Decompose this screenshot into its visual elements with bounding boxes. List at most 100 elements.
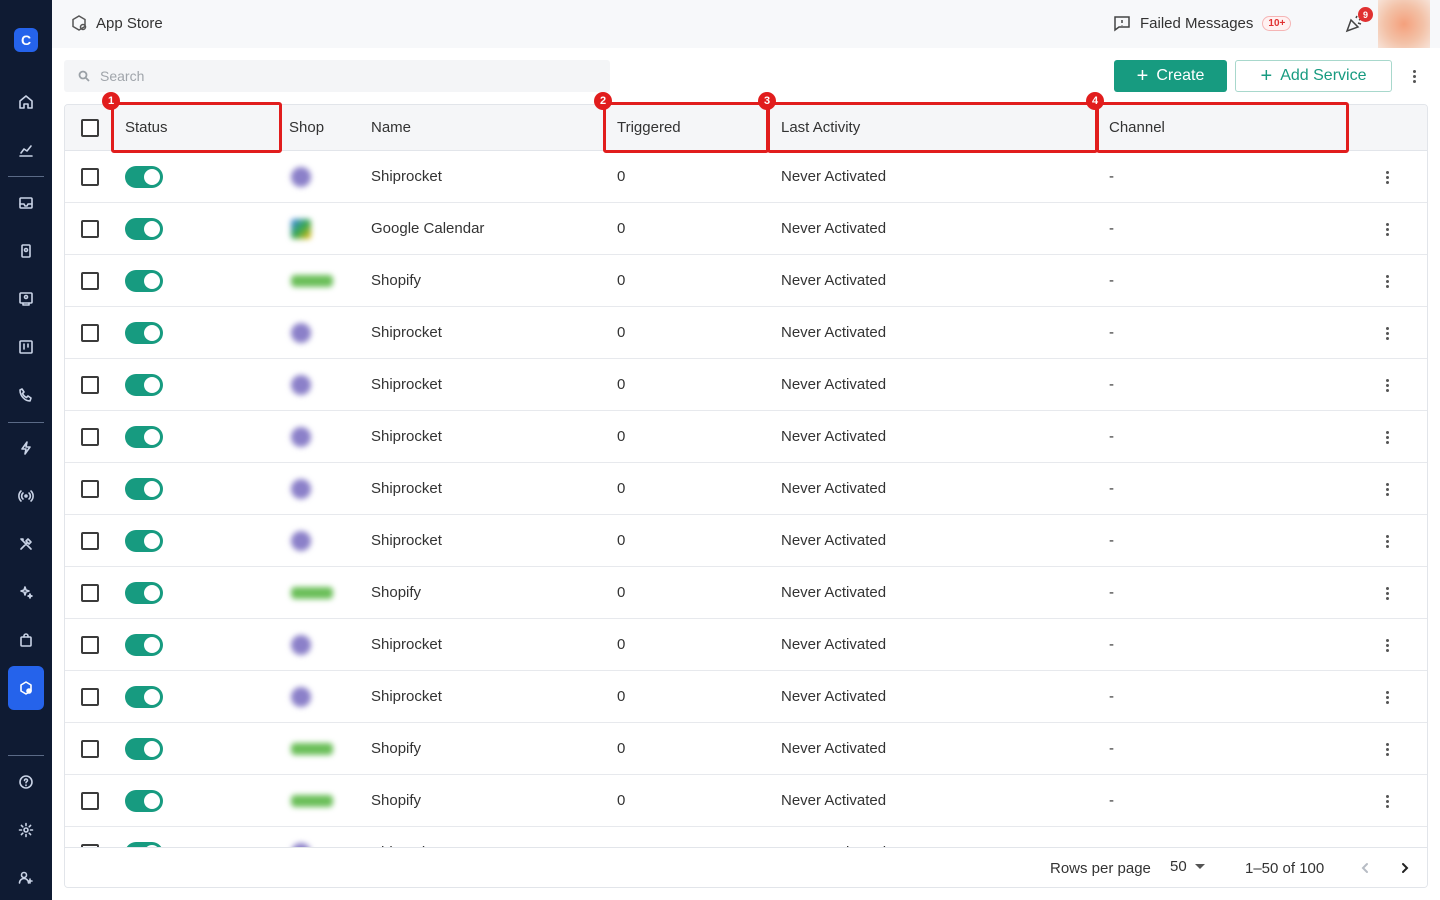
row-checkbox[interactable] bbox=[81, 740, 99, 758]
row-checkbox[interactable] bbox=[81, 272, 99, 290]
sidebar-item-contacts[interactable] bbox=[8, 233, 44, 269]
status-toggle[interactable] bbox=[125, 530, 163, 552]
row-actions-button[interactable] bbox=[1377, 373, 1397, 397]
row-checkbox[interactable] bbox=[81, 792, 99, 810]
row-checkbox[interactable] bbox=[81, 584, 99, 602]
status-toggle[interactable] bbox=[125, 374, 163, 396]
status-toggle[interactable] bbox=[125, 738, 163, 760]
table-row[interactable]: Shopify 0 Never Activated - bbox=[65, 723, 1427, 775]
google-calendar-icon bbox=[291, 219, 311, 239]
table-row[interactable]: Shiprocket0Never Activated- bbox=[65, 411, 1427, 463]
table-row[interactable]: Shiprocket0Never Activated- bbox=[65, 463, 1427, 515]
search-input[interactable] bbox=[100, 68, 580, 84]
table-row[interactable]: Shiprocket0Never Activated- bbox=[65, 151, 1427, 203]
sidebar-item-team[interactable] bbox=[8, 860, 44, 896]
row-actions-button[interactable] bbox=[1377, 789, 1397, 813]
sidebar-item-board[interactable] bbox=[8, 329, 44, 365]
column-status[interactable]: Status bbox=[125, 119, 168, 136]
row-actions-button[interactable] bbox=[1377, 529, 1397, 553]
status-toggle[interactable] bbox=[125, 426, 163, 448]
row-checkbox[interactable] bbox=[81, 220, 99, 238]
failed-messages-link[interactable]: Failed Messages 10+ bbox=[1113, 14, 1292, 32]
status-toggle[interactable] bbox=[125, 478, 163, 500]
table-row[interactable]: Shiprocket0Never Activated- bbox=[65, 671, 1427, 723]
table-row[interactable]: Shiprocket0Never Activated- bbox=[65, 515, 1427, 567]
sidebar-item-calls[interactable] bbox=[8, 377, 44, 413]
table-row[interactable]: Shopify 0 Never Activated - bbox=[65, 567, 1427, 619]
sidebar-item-app-store[interactable] bbox=[8, 666, 44, 710]
row-checkbox[interactable] bbox=[81, 324, 99, 342]
status-toggle[interactable] bbox=[125, 270, 163, 292]
brand-logo[interactable]: C bbox=[14, 28, 38, 52]
plus-icon: + bbox=[1260, 65, 1273, 87]
row-checkbox[interactable] bbox=[81, 168, 99, 186]
sidebar-item-ai[interactable] bbox=[8, 574, 44, 610]
analytics-icon bbox=[19, 145, 33, 157]
announcements-button[interactable]: 9 bbox=[1344, 7, 1373, 36]
row-checkbox[interactable] bbox=[81, 636, 99, 654]
row-actions-button[interactable] bbox=[1377, 633, 1397, 657]
kebab-icon bbox=[1385, 794, 1389, 808]
column-channel[interactable]: Channel bbox=[1109, 119, 1165, 136]
row-actions-button[interactable] bbox=[1377, 425, 1397, 449]
create-button[interactable]: + Create bbox=[1114, 60, 1227, 92]
rows-per-page-label: Rows per page bbox=[1050, 860, 1151, 877]
status-toggle[interactable] bbox=[125, 322, 163, 344]
channel: - bbox=[1109, 532, 1114, 549]
table-row[interactable]: Shopify 0 Never Activated - bbox=[65, 775, 1427, 827]
triggered-count: 0 bbox=[617, 480, 626, 497]
sidebar-item-help[interactable] bbox=[8, 764, 44, 800]
table-row[interactable]: Shiprocket0Never Activated- bbox=[65, 307, 1427, 359]
row-checkbox[interactable] bbox=[81, 532, 99, 550]
sidebar-item-home[interactable] bbox=[8, 84, 44, 120]
row-actions-button[interactable] bbox=[1377, 165, 1397, 189]
sidebar-item-inbox[interactable] bbox=[8, 185, 44, 221]
row-actions-button[interactable] bbox=[1377, 737, 1397, 761]
row-actions-button[interactable] bbox=[1377, 477, 1397, 501]
sidebar-item-broadcast[interactable] bbox=[8, 478, 44, 514]
table-row[interactable]: Shopify 0 Never Activated - bbox=[65, 255, 1427, 307]
row-actions-button[interactable] bbox=[1377, 269, 1397, 293]
row-actions-button[interactable] bbox=[1377, 217, 1397, 241]
sidebar-item-tools[interactable] bbox=[8, 526, 44, 562]
row-checkbox[interactable] bbox=[81, 688, 99, 706]
sidebar-item-commerce[interactable] bbox=[8, 622, 44, 658]
channel: - bbox=[1109, 636, 1114, 653]
status-toggle[interactable] bbox=[125, 686, 163, 708]
row-checkbox[interactable] bbox=[81, 428, 99, 446]
row-checkbox[interactable] bbox=[81, 480, 99, 498]
rows-per-page-select[interactable]: 50 bbox=[1170, 858, 1205, 875]
status-toggle[interactable] bbox=[125, 634, 163, 656]
service-name: Shiprocket bbox=[371, 376, 442, 393]
table-row[interactable]: Shiprocket0Never Activated- bbox=[65, 827, 1427, 847]
more-options-button[interactable] bbox=[1404, 64, 1424, 88]
status-toggle[interactable] bbox=[125, 790, 163, 812]
next-page-button[interactable] bbox=[1395, 858, 1415, 878]
sidebar-item-campaigns[interactable] bbox=[8, 281, 44, 317]
column-triggered[interactable]: Triggered bbox=[617, 119, 681, 136]
user-avatar[interactable] bbox=[1378, 0, 1430, 48]
service-name: Shiprocket bbox=[371, 636, 442, 653]
row-actions-button[interactable] bbox=[1377, 685, 1397, 709]
sidebar-item-settings[interactable] bbox=[8, 812, 44, 848]
table-row[interactable]: Shiprocket0Never Activated- bbox=[65, 619, 1427, 671]
status-toggle[interactable] bbox=[125, 166, 163, 188]
row-actions-button[interactable] bbox=[1377, 321, 1397, 345]
row-checkbox[interactable] bbox=[81, 376, 99, 394]
column-shop[interactable]: Shop bbox=[289, 119, 324, 136]
select-all-checkbox[interactable] bbox=[81, 119, 99, 137]
kebab-icon bbox=[1385, 638, 1389, 652]
status-toggle[interactable] bbox=[125, 582, 163, 604]
table-row[interactable]: Google Calendar 0 Never Activated - bbox=[65, 203, 1427, 255]
column-last-activity[interactable]: Last Activity bbox=[781, 119, 860, 136]
home-icon bbox=[19, 95, 33, 109]
column-name[interactable]: Name bbox=[371, 119, 411, 136]
add-service-button[interactable]: + Add Service bbox=[1235, 60, 1392, 92]
row-actions-button[interactable] bbox=[1377, 581, 1397, 605]
status-toggle[interactable] bbox=[125, 218, 163, 240]
sidebar-item-analytics[interactable] bbox=[8, 132, 44, 168]
table-row[interactable]: Shiprocket0Never Activated- bbox=[65, 359, 1427, 411]
sidebar-item-automation[interactable] bbox=[8, 430, 44, 466]
last-activity: Never Activated bbox=[781, 168, 887, 185]
previous-page-button[interactable] bbox=[1355, 858, 1375, 878]
